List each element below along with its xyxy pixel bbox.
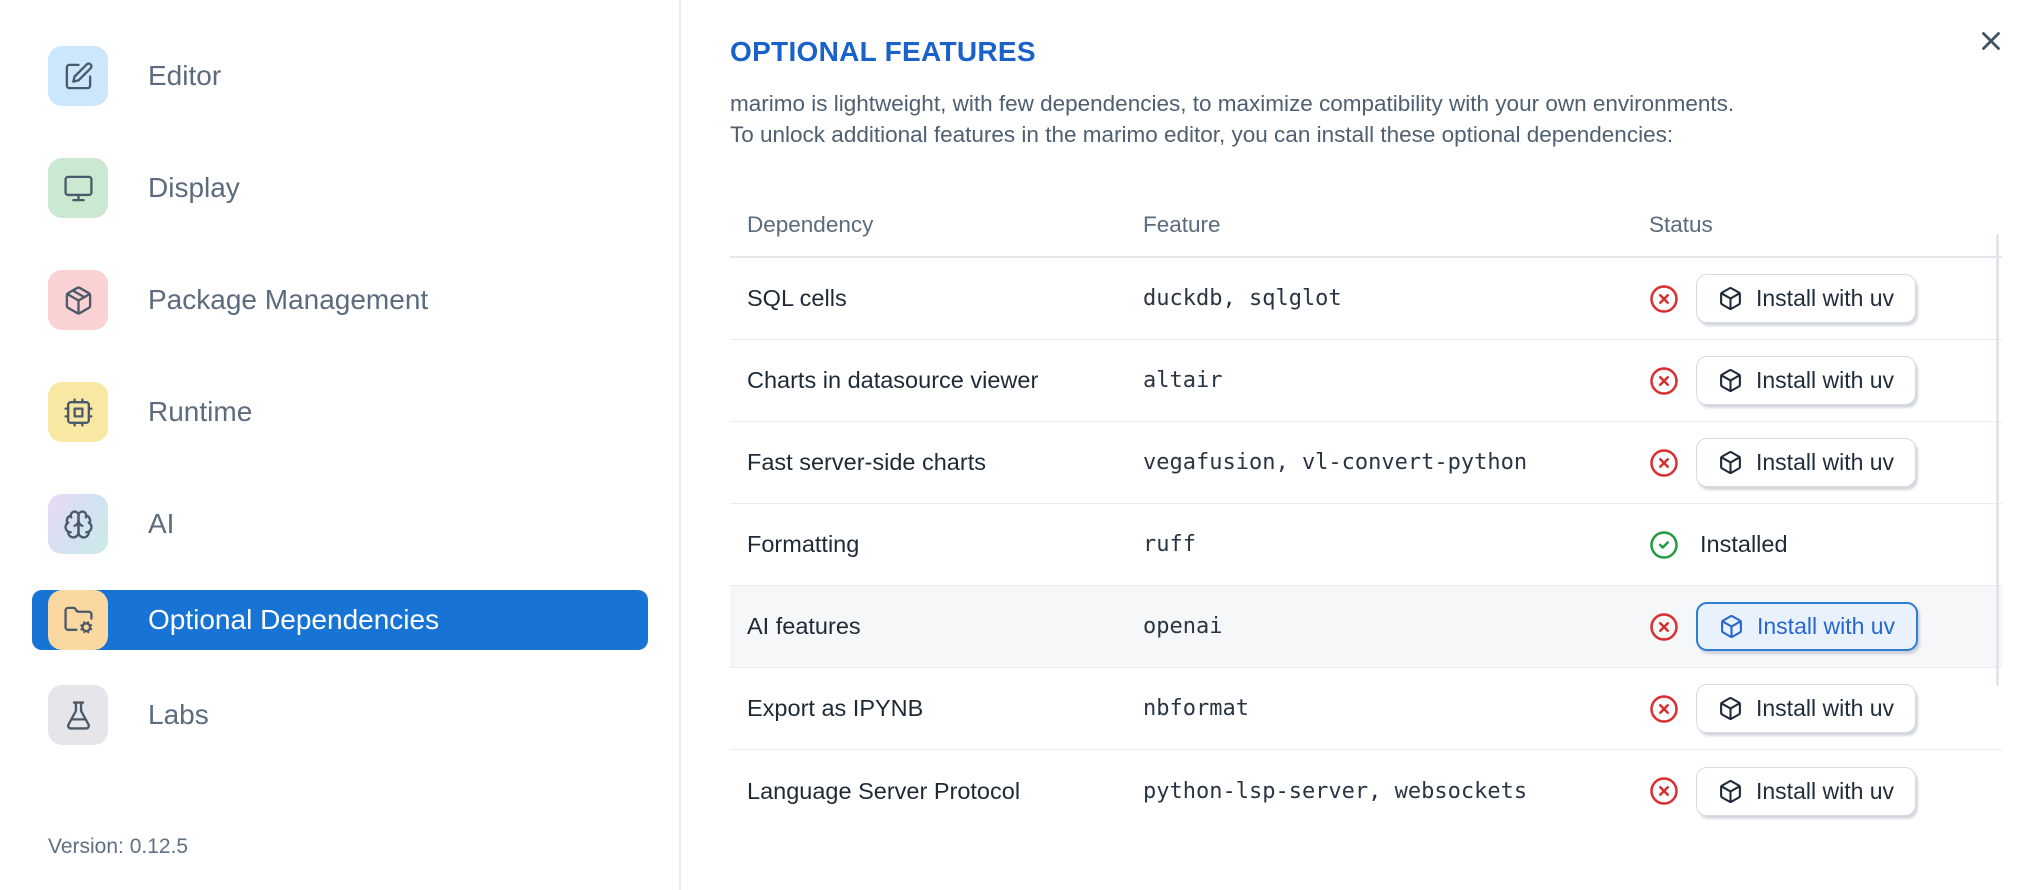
- install-with-uv-button[interactable]: Install with uv: [1696, 274, 1917, 323]
- sidebar-item-label: Display: [148, 172, 240, 203]
- dependency-cell: Formatting: [747, 531, 860, 557]
- sidebar-item-label: Optional Dependencies: [148, 603, 440, 635]
- table-header: Dependency Feature Status: [730, 194, 2002, 258]
- status-cell: Install with uv: [1649, 602, 2002, 651]
- sidebar-item-editor[interactable]: Editor: [48, 46, 648, 106]
- feature-cell: altair: [1143, 368, 1223, 393]
- status-cell: Installed: [1649, 530, 2002, 560]
- install-with-uv-button[interactable]: Install with uv: [1696, 602, 1919, 651]
- install-with-uv-button[interactable]: Install with uv: [1696, 684, 1917, 733]
- sidebar-item-ai[interactable]: AI: [48, 494, 648, 554]
- table-row: Charts in datasource viewer altair Insta…: [730, 340, 2002, 422]
- install-with-uv-button[interactable]: Install with uv: [1696, 438, 1917, 487]
- sidebar-item-optional-dependencies[interactable]: Optional Dependencies: [32, 589, 648, 650]
- dependency-cell: Language Server Protocol: [747, 777, 1021, 804]
- table-row: Language Server Protocol python-lsp-serv…: [730, 750, 2002, 832]
- table-row: Fast server-side charts vegafusion, vl-c…: [730, 422, 2002, 504]
- sidebar-item-runtime[interactable]: Runtime: [48, 382, 648, 442]
- table-row: Export as IPYNB nbformat Install with uv: [730, 668, 2002, 750]
- dependencies-table: Dependency Feature Status SQL cells duck…: [730, 194, 2002, 832]
- optional-features-panel: OPTIONAL FEATURES marimo is lightweight,…: [683, 0, 2042, 890]
- sidebar-item-display[interactable]: Display: [48, 158, 648, 218]
- table-row: SQL cells duckdb, sqlglot Install with u…: [730, 258, 2002, 340]
- sidebar-item-label: Labs: [148, 699, 209, 730]
- settings-dialog: Editor Display Package Management Runtim…: [0, 0, 2042, 890]
- feature-cell: ruff: [1143, 532, 1196, 557]
- circle-x-icon: [1649, 694, 1679, 724]
- package-cube-icon: [1718, 450, 1743, 475]
- install-with-uv-button[interactable]: Install with uv: [1696, 766, 1917, 816]
- circle-check-icon: [1649, 530, 1679, 560]
- page-description: marimo is lightweight, with few dependen…: [730, 91, 1735, 147]
- version-label: Version: 0.12.5: [48, 835, 189, 858]
- dependency-cell: Charts in datasource viewer: [747, 367, 1039, 393]
- edit-icon: [48, 46, 108, 106]
- table-row: AI features openai Install with uv: [730, 586, 2002, 668]
- circle-x-icon: [1649, 366, 1679, 396]
- brain-icon: [48, 494, 108, 554]
- sidebar-nav: Editor Display Package Management Runtim…: [32, 46, 648, 745]
- circle-x-icon: [1649, 448, 1679, 478]
- installed-label: Installed: [1700, 531, 1788, 557]
- feature-cell: vegafusion, vl-convert-python: [1143, 450, 1528, 475]
- package-cube-icon: [1718, 368, 1743, 393]
- table-row: Formatting ruff Installed: [730, 504, 2002, 586]
- status-cell: Install with uv: [1649, 766, 2002, 816]
- column-header-status: Status: [1649, 212, 1713, 237]
- package-cube-icon: [1718, 286, 1743, 311]
- folder-cog-icon: [48, 589, 108, 650]
- column-header-dependency: Dependency: [747, 212, 874, 237]
- install-with-uv-button[interactable]: Install with uv: [1696, 356, 1917, 405]
- sidebar-item-label: Editor: [148, 60, 222, 91]
- package-icon: [48, 270, 108, 330]
- settings-sidebar: Editor Display Package Management Runtim…: [0, 0, 681, 890]
- circle-x-icon: [1649, 284, 1679, 314]
- sidebar-item-label: Runtime: [148, 396, 253, 427]
- cpu-icon: [48, 382, 108, 442]
- status-cell: Install with uv: [1649, 438, 2002, 487]
- close-icon[interactable]: [1976, 26, 2006, 56]
- dependency-cell: AI features: [747, 613, 861, 639]
- package-cube-icon: [1718, 696, 1743, 721]
- dependency-cell: Fast server-side charts: [747, 449, 986, 475]
- page-title: OPTIONAL FEATURES: [730, 36, 1036, 67]
- sidebar-item-label: AI: [148, 508, 175, 539]
- sidebar-item-package-management[interactable]: Package Management: [48, 270, 648, 330]
- flask-icon: [48, 685, 108, 745]
- sidebar-item-labs[interactable]: Labs: [48, 685, 648, 745]
- feature-cell: python-lsp-server, websockets: [1143, 778, 1528, 804]
- dependency-cell: Export as IPYNB: [747, 695, 924, 721]
- scrollbar-track[interactable]: [1996, 234, 1999, 686]
- dependency-cell: SQL cells: [747, 285, 847, 311]
- status-cell: Install with uv: [1649, 684, 2002, 733]
- feature-cell: openai: [1143, 614, 1223, 639]
- feature-cell: duckdb, sqlglot: [1143, 286, 1342, 311]
- status-cell: Install with uv: [1649, 274, 2002, 323]
- sidebar-item-label: Package Management: [148, 284, 429, 315]
- circle-x-icon: [1649, 776, 1679, 806]
- monitor-icon: [48, 158, 108, 218]
- column-header-feature: Feature: [1143, 212, 1221, 237]
- status-cell: Install with uv: [1649, 356, 2002, 405]
- circle-x-icon: [1649, 612, 1679, 642]
- package-cube-icon: [1718, 779, 1743, 804]
- package-cube-icon: [1719, 614, 1744, 639]
- feature-cell: nbformat: [1143, 696, 1249, 721]
